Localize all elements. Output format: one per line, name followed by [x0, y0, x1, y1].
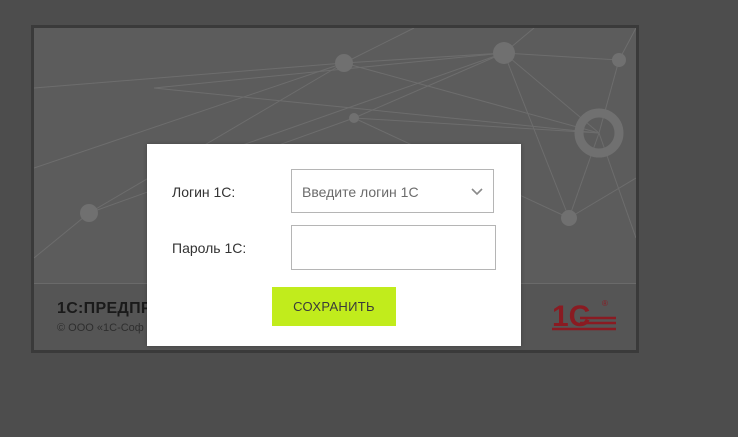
login-select-placeholder: Введите логин 1С	[302, 184, 419, 200]
login-label: Логин 1С:	[172, 184, 236, 200]
login-select[interactable]: Введите логин 1С	[291, 169, 494, 213]
password-input[interactable]	[291, 225, 496, 270]
password-label: Пароль 1С:	[172, 240, 247, 256]
chevron-down-icon	[471, 188, 483, 196]
save-button[interactable]: СОХРАНИТЬ	[272, 287, 396, 326]
1c-logo-icon: 1С ®	[552, 299, 616, 333]
product-title: 1С:ПРЕДПР	[57, 300, 152, 317]
login-dialog: Логин 1С: Введите логин 1С Пароль 1С: СО…	[147, 144, 521, 346]
svg-text:®: ®	[602, 299, 608, 308]
copyright-text: © ООО «1С-Соф	[57, 322, 144, 334]
